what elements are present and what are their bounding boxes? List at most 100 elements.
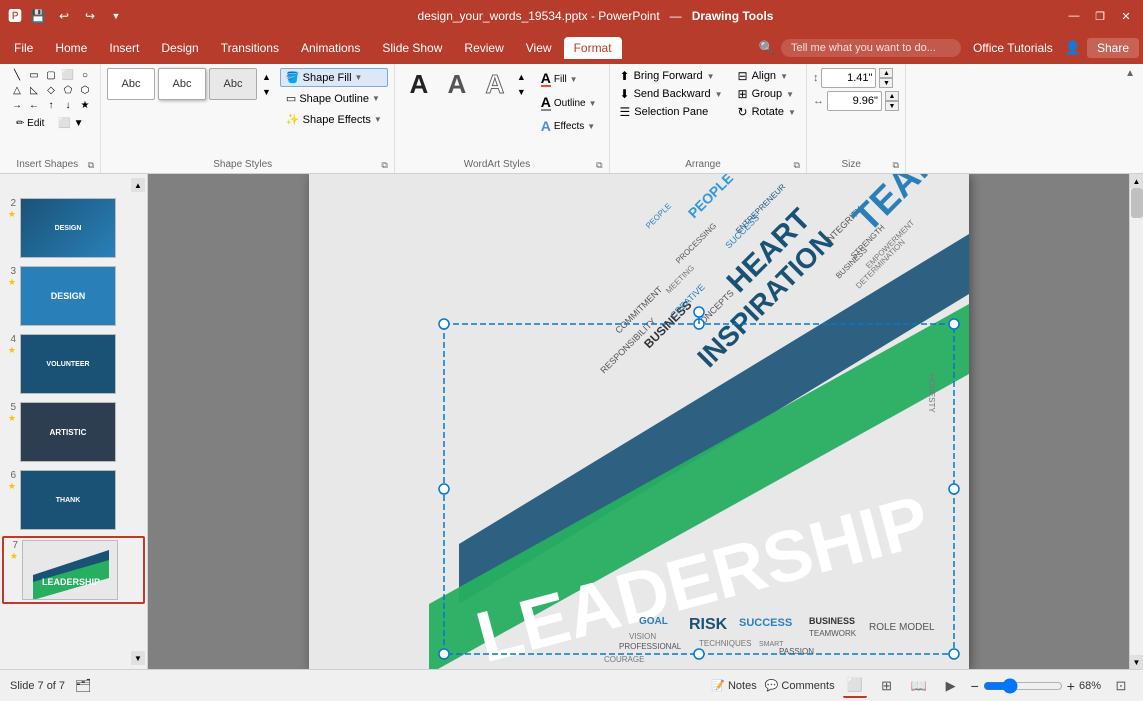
text-effects-btn[interactable]: A Effects ▼ xyxy=(535,116,603,136)
menu-insert[interactable]: Insert xyxy=(99,37,149,59)
slide-sorter-btn[interactable]: ⊞ xyxy=(875,674,899,698)
notes-btn[interactable]: 📝 Notes xyxy=(711,679,756,692)
shape-style-3[interactable]: Abc xyxy=(209,68,257,100)
height-up[interactable]: ▲ xyxy=(879,68,893,78)
shape-left-arrow[interactable]: ← xyxy=(27,98,41,112)
ribbon-collapse[interactable]: ▲ xyxy=(1121,64,1139,173)
menu-animations[interactable]: Animations xyxy=(291,37,370,59)
close-btn[interactable]: ✕ xyxy=(1117,7,1135,25)
shape-fill-btn[interactable]: 🪣 Shape Fill ▼ xyxy=(280,68,388,87)
send-backward-btn[interactable]: ⬇ Send Backward ▼ xyxy=(616,86,727,102)
shape-star[interactable]: ★ xyxy=(78,98,92,112)
shape-outline-btn[interactable]: ▭ Shape Outline ▼ xyxy=(280,89,388,108)
zoom-out-btn[interactable]: − xyxy=(971,678,979,694)
shape-line[interactable]: ╲ xyxy=(10,68,24,82)
slide-6-thumbnail[interactable]: THANK xyxy=(20,470,116,530)
scroll-right-up[interactable]: ▲ xyxy=(1130,174,1143,188)
slide-3-thumbnail[interactable]: DESIGN xyxy=(20,266,116,326)
slide-canvas[interactable]: PEOPLE PEOPLE ENTREPRENEUR PROCESSING SU… xyxy=(309,174,969,669)
restore-btn[interactable]: ❐ xyxy=(1091,7,1109,25)
scroll-right-track[interactable] xyxy=(1130,188,1143,655)
slide-thumb-6[interactable]: 6 ★ THANK xyxy=(2,468,145,532)
scroll-right-down[interactable]: ▼ xyxy=(1130,655,1143,669)
align-btn[interactable]: ⊟ Align ▼ xyxy=(734,68,800,84)
shape-effects-btn[interactable]: ✨ Shape Effects ▼ xyxy=(280,110,388,129)
size-expand[interactable]: ⧉ xyxy=(893,160,899,171)
menu-file[interactable]: File xyxy=(4,37,43,59)
wordart-style-black[interactable]: A xyxy=(401,68,437,100)
edit-shape-btn[interactable]: ✏ Edit xyxy=(10,115,50,132)
selection-pane-btn[interactable]: ☰ Selection Pane xyxy=(616,104,727,120)
office-tutorials-btn[interactable]: Office Tutorials xyxy=(967,38,1059,58)
slide-thumb-7[interactable]: 7 ★ LEADERSHIP xyxy=(2,536,145,604)
slide-panel-scroll-down[interactable]: ▼ xyxy=(131,651,145,665)
zoom-slider[interactable] xyxy=(983,678,1063,694)
redo-btn[interactable]: ↪ xyxy=(80,6,100,26)
height-input[interactable] xyxy=(821,68,876,88)
shape-arrow[interactable]: → xyxy=(10,98,24,112)
width-down[interactable]: ▼ xyxy=(885,101,899,111)
slide-thumb-2[interactable]: 2 ★ DESIGN xyxy=(2,196,145,260)
wordart-down[interactable]: ▼ xyxy=(515,85,528,99)
wordart-expand[interactable]: ⧉ xyxy=(596,160,602,171)
tell-me-input[interactable] xyxy=(781,39,961,57)
shape-rtriangle[interactable]: ◺ xyxy=(27,83,41,97)
normal-view-btn[interactable]: ⬜ xyxy=(843,674,867,698)
menu-design[interactable]: Design xyxy=(151,37,208,59)
shape-style-2[interactable]: Abc xyxy=(158,68,206,100)
width-input[interactable] xyxy=(827,91,882,111)
slide-thumb-4[interactable]: 4 ★ VOLUNTEER xyxy=(2,332,145,396)
quicksave-btn[interactable]: 💾 xyxy=(28,6,48,26)
shape-hex[interactable]: ⬡ xyxy=(78,83,92,97)
minimize-btn[interactable]: — xyxy=(1065,7,1083,25)
shape-style-1[interactable]: Abc xyxy=(107,68,155,100)
slide-5-thumbnail[interactable]: ARTISTIC xyxy=(20,402,116,462)
slide-7-thumbnail[interactable]: LEADERSHIP xyxy=(22,540,118,600)
shape-up-arrow[interactable]: ↑ xyxy=(44,98,58,112)
shape-rounded-rect[interactable]: ▢ xyxy=(44,68,58,82)
shape-circle[interactable]: ○ xyxy=(78,68,92,82)
shape-triangle[interactable]: △ xyxy=(10,83,24,97)
menu-home[interactable]: Home xyxy=(45,37,97,59)
slide-4-thumbnail[interactable]: VOLUNTEER xyxy=(20,334,116,394)
menu-review[interactable]: Review xyxy=(454,37,513,59)
customize-btn[interactable]: ▼ xyxy=(106,6,126,26)
slide-panel-scroll-up[interactable]: ▲ xyxy=(131,178,145,192)
shape-diamond[interactable]: ◇ xyxy=(44,83,58,97)
slide-2-thumbnail[interactable]: DESIGN xyxy=(20,198,116,258)
slide-thumb-3[interactable]: 3 ★ DESIGN xyxy=(2,264,145,328)
shape-penta[interactable]: ⬠ xyxy=(61,83,75,97)
arrange-expand[interactable]: ⧉ xyxy=(794,160,800,171)
shape-dropdown-btn[interactable]: ⬜ ▼ xyxy=(52,115,89,132)
rotate-btn[interactable]: ↻ Rotate ▼ xyxy=(734,104,800,120)
shape-down-arrow[interactable]: ↓ xyxy=(61,98,75,112)
group-btn[interactable]: ⊞ Group ▼ xyxy=(734,86,800,102)
slide-thumb-5[interactable]: 5 ★ ARTISTIC xyxy=(2,400,145,464)
bring-forward-btn[interactable]: ⬆ Bring Forward ▼ xyxy=(616,68,727,84)
wordart-style-gradient[interactable]: A xyxy=(439,68,475,100)
share-button[interactable]: Share xyxy=(1087,38,1139,58)
menu-view[interactable]: View xyxy=(516,37,562,59)
shape-styles-expand[interactable]: ⧉ xyxy=(381,160,387,171)
insert-shapes-expand[interactable]: ⧉ xyxy=(88,160,94,171)
fit-slide-btn[interactable]: ⊡ xyxy=(1109,674,1133,698)
comments-btn[interactable]: 💬 Comments xyxy=(765,679,835,692)
shape-rect[interactable]: ▭ xyxy=(27,68,41,82)
shape-styles-up[interactable]: ▲ xyxy=(260,70,273,84)
shape-snip-rect[interactable]: ⬜ xyxy=(61,68,75,82)
text-outline-btn[interactable]: A Outline ▼ xyxy=(535,92,603,114)
menu-slideshow[interactable]: Slide Show xyxy=(372,37,452,59)
height-down[interactable]: ▼ xyxy=(879,78,893,88)
wordart-style-outlined[interactable]: A xyxy=(477,68,513,100)
reading-view-btn[interactable]: 📖 xyxy=(907,674,931,698)
slide-panel-toggle[interactable]: 🗂 xyxy=(75,678,92,694)
wordart-up[interactable]: ▲ xyxy=(515,70,528,84)
text-fill-btn[interactable]: A Fill ▼ xyxy=(535,68,603,90)
shape-styles-down[interactable]: ▼ xyxy=(260,85,273,99)
slideshow-btn[interactable]: ▶ xyxy=(939,674,963,698)
scroll-right-thumb[interactable] xyxy=(1131,188,1143,218)
menu-format[interactable]: Format xyxy=(564,37,622,59)
undo-btn[interactable]: ↩ xyxy=(54,6,74,26)
menu-transitions[interactable]: Transitions xyxy=(211,37,289,59)
zoom-in-btn[interactable]: + xyxy=(1067,678,1075,694)
